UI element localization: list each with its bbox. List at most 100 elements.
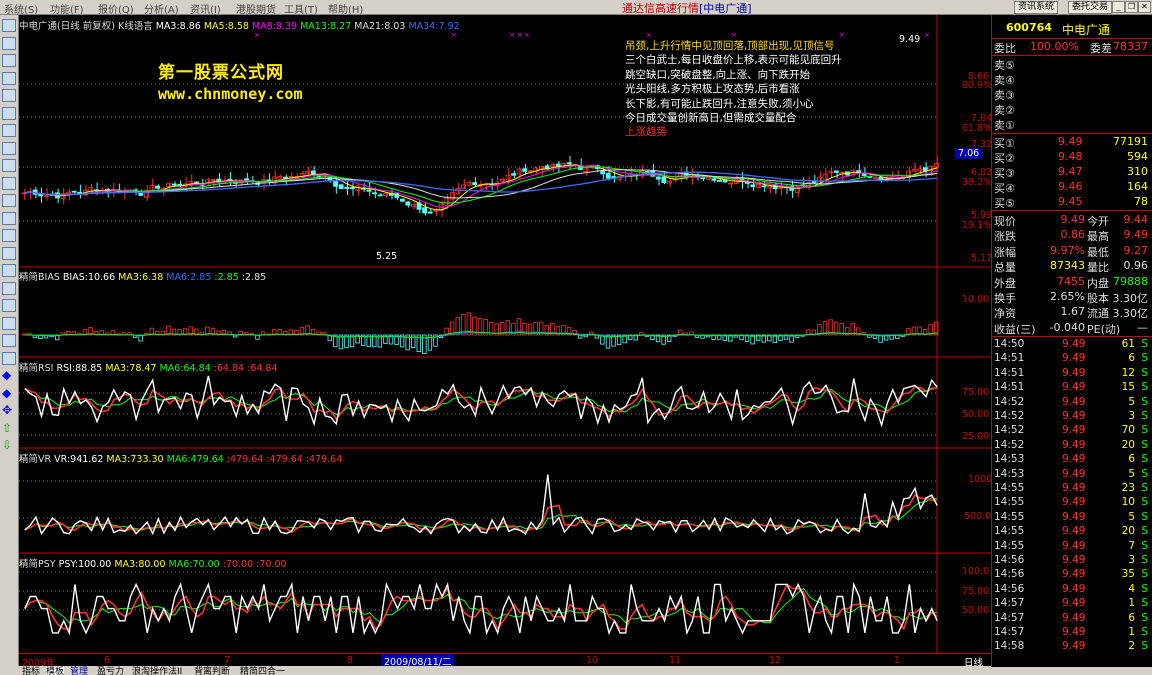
tick-price: 9.49 bbox=[1062, 482, 1086, 494]
up-icon[interactable]: ⇧ bbox=[2, 421, 16, 435]
tick-volume: 1 bbox=[1128, 626, 1135, 638]
list-icon[interactable] bbox=[2, 124, 16, 137]
menu-system[interactable]: 系统(S) bbox=[4, 1, 38, 16]
candle-body bbox=[900, 175, 906, 178]
signal-marker: × bbox=[731, 31, 737, 39]
tick-row: 14:53 9.49 5 S bbox=[992, 468, 1152, 482]
ask-label: 卖① bbox=[994, 119, 1015, 132]
candle-body bbox=[305, 170, 311, 174]
axis-label-10: 5.17 bbox=[971, 253, 993, 264]
tick-time: 14:52 bbox=[994, 395, 1025, 408]
tick-price: 9.49 bbox=[1062, 366, 1086, 379]
search-icon[interactable] bbox=[2, 211, 16, 225]
tick-row: 14:57 9.49 1 S bbox=[992, 626, 1152, 640]
tab-indicator[interactable]: 指标 bbox=[22, 666, 40, 675]
tick-price: 9.49 bbox=[1062, 626, 1086, 638]
etf-icon[interactable] bbox=[2, 229, 16, 242]
stat-label: 最高 bbox=[1087, 230, 1109, 244]
grid-icon[interactable] bbox=[2, 89, 16, 102]
bias-caption: 精简BIAS BIAS:10.66 MA3:6.38 MA6:2.85 :2.8… bbox=[19, 272, 267, 283]
tool-icon[interactable] bbox=[2, 176, 16, 190]
stat-value: 3.30亿 bbox=[1112, 307, 1149, 321]
tick-side: S bbox=[1141, 554, 1148, 566]
menu-info[interactable]: 资讯(I) bbox=[190, 1, 221, 16]
tab-profit-loss[interactable]: 盈亏力 bbox=[97, 666, 124, 675]
menu-quote[interactable]: 报价(Q) bbox=[98, 1, 134, 16]
dollar-icon[interactable] bbox=[2, 316, 16, 330]
close-icon[interactable]: ✕ bbox=[1138, 1, 1151, 13]
tab-template[interactable]: 模板 bbox=[46, 666, 65, 675]
tick-time: 14:55 bbox=[994, 525, 1025, 538]
menu-hk-futures[interactable]: 港股期货 bbox=[236, 1, 276, 16]
x-label-6: 6 bbox=[104, 655, 111, 666]
line-icon[interactable] bbox=[2, 54, 16, 67]
trend-icon[interactable] bbox=[2, 36, 16, 50]
tab-divergence[interactable]: 背离判断 bbox=[194, 666, 230, 675]
chart-area[interactable]: × × × × × × × × × 中电广通(日线 前复权) K线语言 MA3:8.86 MA5… bbox=[19, 15, 993, 669]
mail-icon[interactable] bbox=[2, 159, 16, 172]
tick-side: S bbox=[1141, 539, 1148, 552]
fund-icon[interactable] bbox=[2, 194, 16, 207]
menu-tools[interactable]: 工具(T) bbox=[284, 1, 318, 16]
window-icon[interactable] bbox=[2, 19, 16, 32]
menu-analysis[interactable]: 分析(A) bbox=[144, 1, 179, 16]
tick-side: S bbox=[1141, 467, 1148, 480]
move-icon[interactable]: ✥ bbox=[2, 404, 16, 417]
tick-time: 14:53 bbox=[994, 453, 1025, 466]
candle-body bbox=[917, 168, 923, 172]
tab-wave-method[interactable]: 浪淘操作法II bbox=[132, 666, 182, 675]
tick-row: 14:57 9.49 6 S bbox=[992, 612, 1152, 626]
tick-side: S bbox=[1141, 525, 1148, 538]
tick-time: 14:57 bbox=[994, 626, 1025, 638]
candle-body bbox=[210, 179, 216, 182]
table-icon[interactable] bbox=[2, 106, 16, 120]
news-icon[interactable] bbox=[2, 281, 16, 295]
tick-time: 14:56 bbox=[994, 582, 1025, 595]
tick-row: 14:55 9.49 23 S bbox=[992, 482, 1152, 496]
bid-volume: 77191 bbox=[1113, 135, 1148, 148]
tick-side: S bbox=[1141, 626, 1148, 638]
report-icon[interactable] bbox=[2, 141, 16, 155]
arrow-down-icon[interactable]: ◆ bbox=[2, 386, 16, 400]
arrow-up-icon[interactable]: ◆ bbox=[2, 369, 16, 382]
tick-row: 14:52 9.49 20 S bbox=[992, 439, 1152, 453]
stat-label: 现价 bbox=[994, 215, 1016, 228]
indicator-tabs: 指标 模板 管理 盈亏力 浪淘操作法II 背离判断 精简四合一 bbox=[0, 666, 1152, 675]
bar-icon[interactable] bbox=[2, 71, 16, 85]
candle-body bbox=[366, 189, 372, 192]
stat-value: — bbox=[1137, 320, 1148, 334]
bid-label: 买③ bbox=[994, 167, 1015, 180]
bid-label: 买① bbox=[994, 137, 1015, 150]
candle-body bbox=[605, 172, 611, 179]
tick-price: 9.49 bbox=[1062, 510, 1086, 523]
zoom-icon[interactable] bbox=[2, 351, 16, 365]
candle-icon[interactable] bbox=[2, 334, 16, 347]
stat-label: 最低 bbox=[1087, 245, 1109, 259]
menu-function[interactable]: 功能(F) bbox=[50, 1, 84, 16]
bid-price: 9.46 bbox=[1058, 180, 1083, 193]
x-label-8: 8 bbox=[347, 655, 354, 666]
info-system-button[interactable]: 资讯系统 bbox=[1014, 1, 1059, 14]
bid-price: 9.48 bbox=[1058, 150, 1083, 163]
minimize-icon[interactable]: _ bbox=[1112, 1, 1125, 13]
candle-body bbox=[433, 209, 439, 212]
chart-icon[interactable] bbox=[2, 246, 16, 260]
tick-time: 14:56 bbox=[994, 568, 1025, 581]
menu-help[interactable]: 帮助(H) bbox=[328, 1, 363, 16]
info-icon[interactable] bbox=[2, 299, 16, 312]
restore-icon[interactable]: ❐ bbox=[1125, 1, 1138, 13]
weibi-value: 100.00% bbox=[1030, 40, 1079, 53]
watermark-title: 第一股票公式网 bbox=[158, 63, 284, 83]
tick-side: S bbox=[1141, 453, 1148, 466]
stock-icon[interactable] bbox=[2, 264, 16, 277]
delegate-trade-button[interactable]: 委托交易 bbox=[1068, 1, 1113, 14]
stat-label: 量比 bbox=[1087, 261, 1109, 275]
rsi-axis-50: 50.00 bbox=[962, 409, 990, 420]
down-icon[interactable]: ⇩ bbox=[2, 439, 16, 452]
watermark-url: www.chnmoney.com bbox=[158, 85, 303, 103]
bid-volume: 594 bbox=[1127, 150, 1148, 163]
candle-body bbox=[461, 184, 466, 189]
tab-manage[interactable]: 管理 bbox=[70, 666, 88, 675]
tick-time: 14:55 bbox=[994, 539, 1025, 552]
tab-simplified-four[interactable]: 精简四合一 bbox=[240, 666, 285, 675]
